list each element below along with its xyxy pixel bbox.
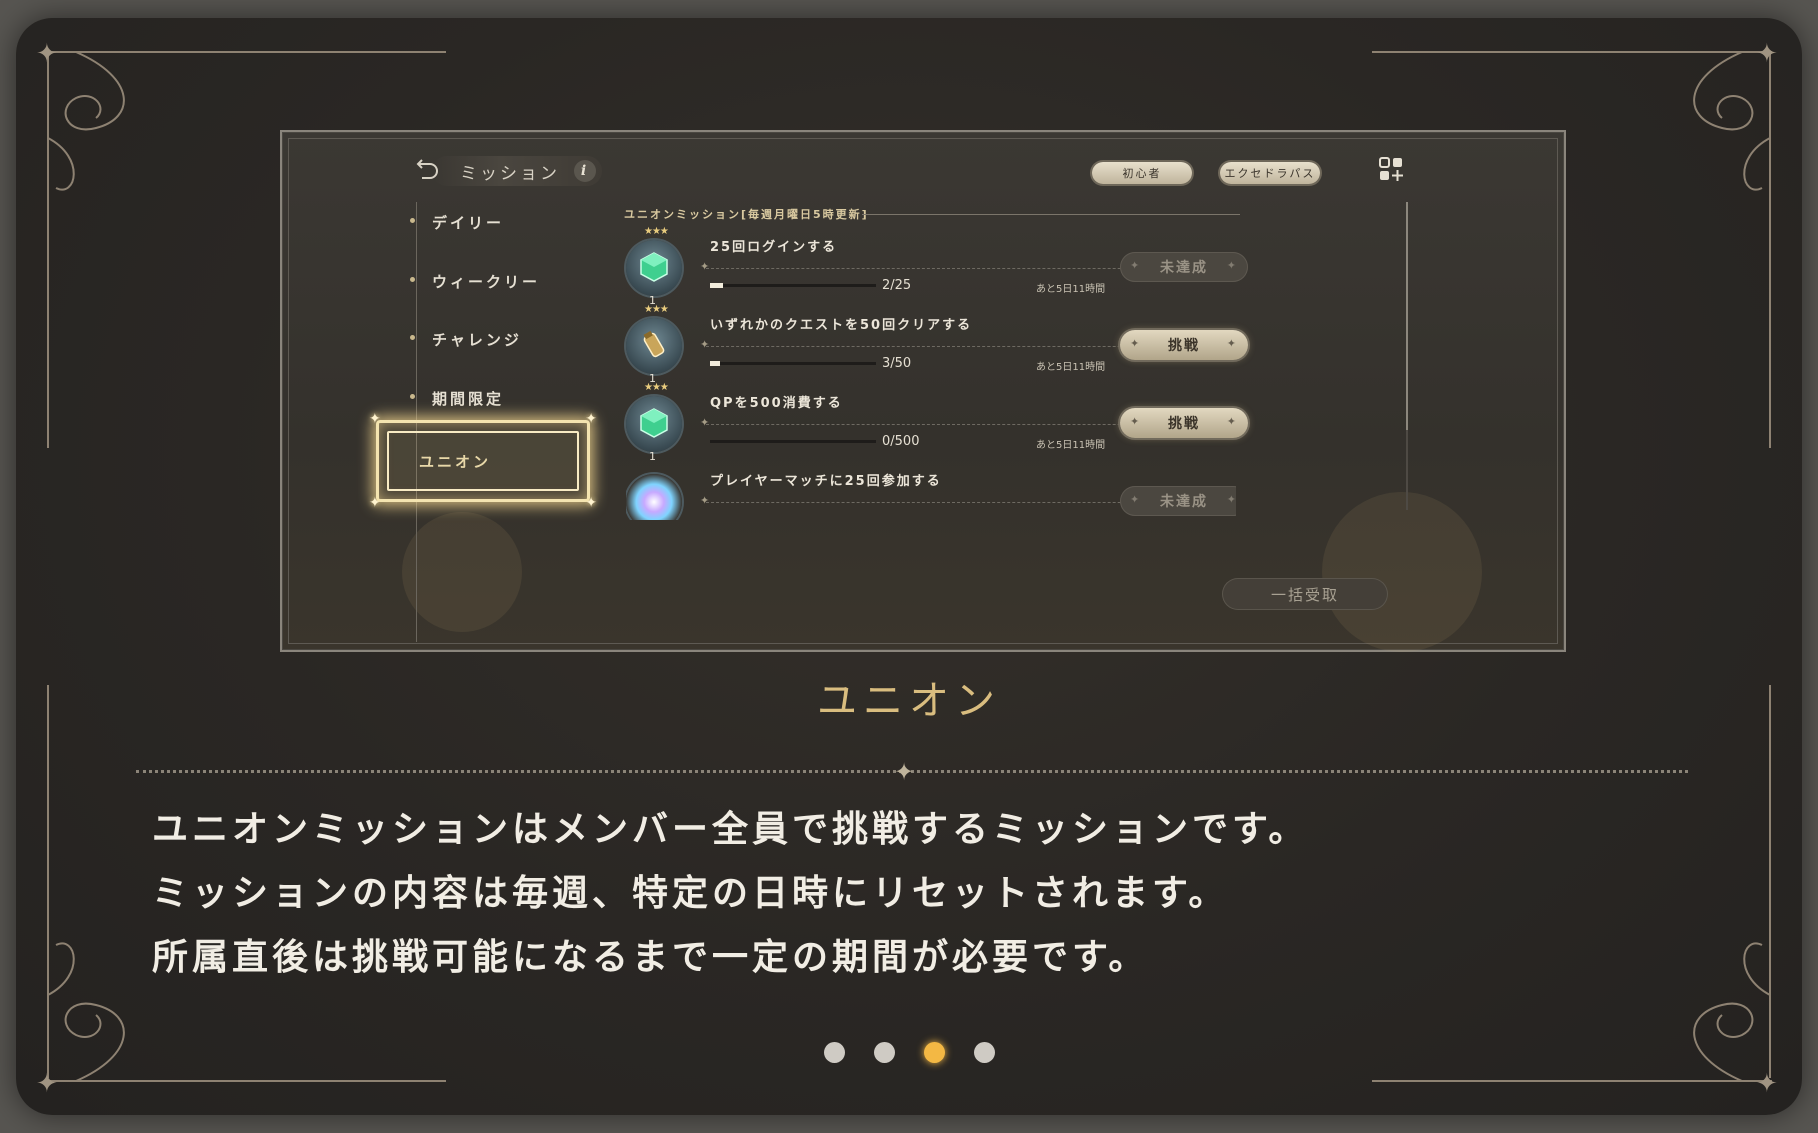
bokeh: [1322, 492, 1482, 652]
potion-icon: [643, 330, 665, 358]
mission-row: ★★★ 1 いずれかのクエストを50回クリアする ✦ 3/50 あと5日11時間…: [626, 304, 1248, 385]
green-gem-icon: [640, 252, 668, 282]
plus-icon: ✦: [1226, 415, 1238, 428]
page-dot[interactable]: [874, 1042, 895, 1063]
progress-bar: [710, 283, 876, 288]
rainbow-orb-icon: [626, 474, 682, 520]
description-line: 所属直後は挑戦可能になるまで一定の期間が必要です。: [152, 937, 1149, 978]
plus-icon: ✦: [1226, 493, 1236, 506]
progress-bar: [710, 440, 876, 443]
rarity-stars: ★★★: [644, 226, 669, 237]
button-label: 未達成: [1160, 494, 1208, 510]
mission-row: ★★★ 1 25回ログインする ✦ 2/25 あと5日11時間 ✦ 未達成 ✦: [626, 226, 1248, 307]
sparkle-icon: ✦: [585, 495, 597, 511]
button-label: 挑戦: [1168, 416, 1200, 432]
time-remaining: あと5日11時間: [1036, 284, 1106, 295]
svg-text:✦: ✦: [36, 39, 58, 69]
nav-item-label: チャレンジ: [432, 331, 522, 349]
menu-grid-icon[interactable]: [1378, 156, 1404, 182]
sparkle-icon: ✦: [369, 411, 381, 427]
section-divider: [862, 214, 1240, 215]
page-title: ユニオン: [817, 678, 1001, 724]
mission-title: ミッション: [460, 163, 560, 184]
mission-screenshot: ミッション i デイリー ウィークリー チャレンジ 期間限定 ユニオン ✦ ✦ …: [280, 130, 1566, 652]
progress-fill: [710, 361, 720, 366]
tutorial-panel: ✦ ✦ ✦ ✦ ミッション i デイリー ウィークリー チャレンジ 期間限定 ユ…: [16, 18, 1802, 1115]
beginner-button[interactable]: 初心者: [1092, 162, 1192, 184]
challenge-button[interactable]: ✦ 挑戦 ✦: [1120, 408, 1248, 438]
progress-text: 3/50: [882, 356, 912, 371]
time-remaining: あと5日11時間: [1036, 440, 1106, 451]
page-dot[interactable]: [974, 1042, 995, 1063]
plus-icon: ✦: [700, 260, 710, 273]
mission-title: いずれかのクエストを50回クリアする: [710, 318, 973, 333]
button-label: 未達成: [1160, 260, 1208, 276]
mission-header: ミッション i: [416, 156, 602, 186]
svg-text:✦: ✦: [1756, 1069, 1778, 1099]
mission-title: 25回ログインする: [710, 240, 838, 255]
sparkle-icon: ✦: [369, 495, 381, 511]
svg-text:✦: ✦: [1756, 39, 1778, 69]
description-line: ミッションの内容は毎週、特定の日時にリセットされます。: [152, 873, 1229, 914]
plus-icon: ✦: [1130, 337, 1142, 350]
reward-icon: [626, 240, 682, 296]
progress-fill: [710, 283, 724, 288]
description-line: ユニオンミッションはメンバー全員で挑戦するミッションです。: [152, 809, 1309, 850]
mission-row: プレイヤーマッチに25回参加する ✦ ✦ 未達成 ✦: [626, 460, 1236, 520]
reward-icon: [626, 318, 682, 374]
nav-item-label: デイリー: [432, 214, 505, 232]
plus-icon: ✦: [1130, 415, 1142, 428]
mission-status-button[interactable]: ✦ 未達成 ✦: [1120, 486, 1236, 516]
green-gem-icon: [640, 408, 668, 438]
section-header: ユニオンミッション[毎週月曜日5時更新]: [624, 208, 869, 221]
challenge-button[interactable]: ✦ 挑戦 ✦: [1120, 330, 1248, 360]
plus-icon: ✦: [700, 338, 710, 351]
nav-item-daily[interactable]: デイリー: [410, 212, 505, 233]
nav-dot: [410, 335, 415, 340]
rarity-stars: ★★★: [644, 304, 669, 315]
nav-dot: [410, 218, 415, 223]
mission-status-button[interactable]: ✦ 未達成 ✦: [1120, 252, 1248, 282]
nav-item-label: 期間限定: [432, 390, 505, 408]
page-indicator: [824, 1042, 995, 1063]
plus-icon: ✦: [1130, 493, 1142, 506]
nav-item-limited[interactable]: 期間限定: [410, 388, 505, 409]
nav-item-union[interactable]: ユニオン ✦ ✦ ✦ ✦: [369, 411, 597, 511]
mission-title: QPを500消費する: [710, 396, 843, 411]
progress-text: 2/25: [882, 278, 912, 293]
nav-item-label: ユニオン: [419, 453, 492, 471]
nav-dot: [410, 277, 415, 282]
reward-icon: [626, 396, 682, 452]
info-icon[interactable]: i: [574, 160, 596, 182]
scrollbar-thumb[interactable]: [1406, 202, 1408, 430]
plus-icon: ✦: [1226, 259, 1238, 272]
page-dot[interactable]: [824, 1042, 845, 1063]
nav-dot: [410, 394, 415, 399]
nav-item-label: ウィークリー: [432, 273, 541, 291]
nav-item-challenge[interactable]: チャレンジ: [410, 329, 522, 350]
plus-icon: ✦: [700, 416, 710, 429]
scrollbar-track[interactable]: [1406, 430, 1408, 510]
plus-icon: ✦: [1226, 337, 1238, 350]
plus-icon: ✦: [1130, 259, 1142, 272]
mission-row: ★★★ 1 QPを500消費する ✦ 0/500 あと5日11時間 ✦ 挑戦 ✦: [626, 382, 1248, 463]
bokeh: [402, 512, 522, 632]
bulk-receive-button[interactable]: 一括受取: [1222, 578, 1388, 610]
nav-item-weekly[interactable]: ウィークリー: [410, 271, 541, 292]
progress-text: 0/500: [882, 434, 920, 449]
rarity-stars: ★★★: [644, 382, 669, 393]
sparkle-icon: ✦: [585, 411, 597, 427]
progress-bar: [710, 361, 876, 366]
page-dot-active[interactable]: [924, 1042, 945, 1063]
svg-text:✦: ✦: [36, 1069, 58, 1099]
back-icon[interactable]: [414, 158, 440, 184]
plus-icon: ✦: [700, 494, 710, 507]
description: ユニオンミッションはメンバー全員で挑戦するミッションです。 ミッションの内容は毎…: [152, 798, 1308, 990]
button-label: 挑戦: [1168, 338, 1200, 354]
express-pass-button[interactable]: エクセドラパス: [1220, 162, 1320, 184]
divider-star-icon: ✦: [894, 758, 915, 786]
mission-title: プレイヤーマッチに25回参加する: [710, 474, 942, 489]
time-remaining: あと5日11時間: [1036, 362, 1106, 373]
